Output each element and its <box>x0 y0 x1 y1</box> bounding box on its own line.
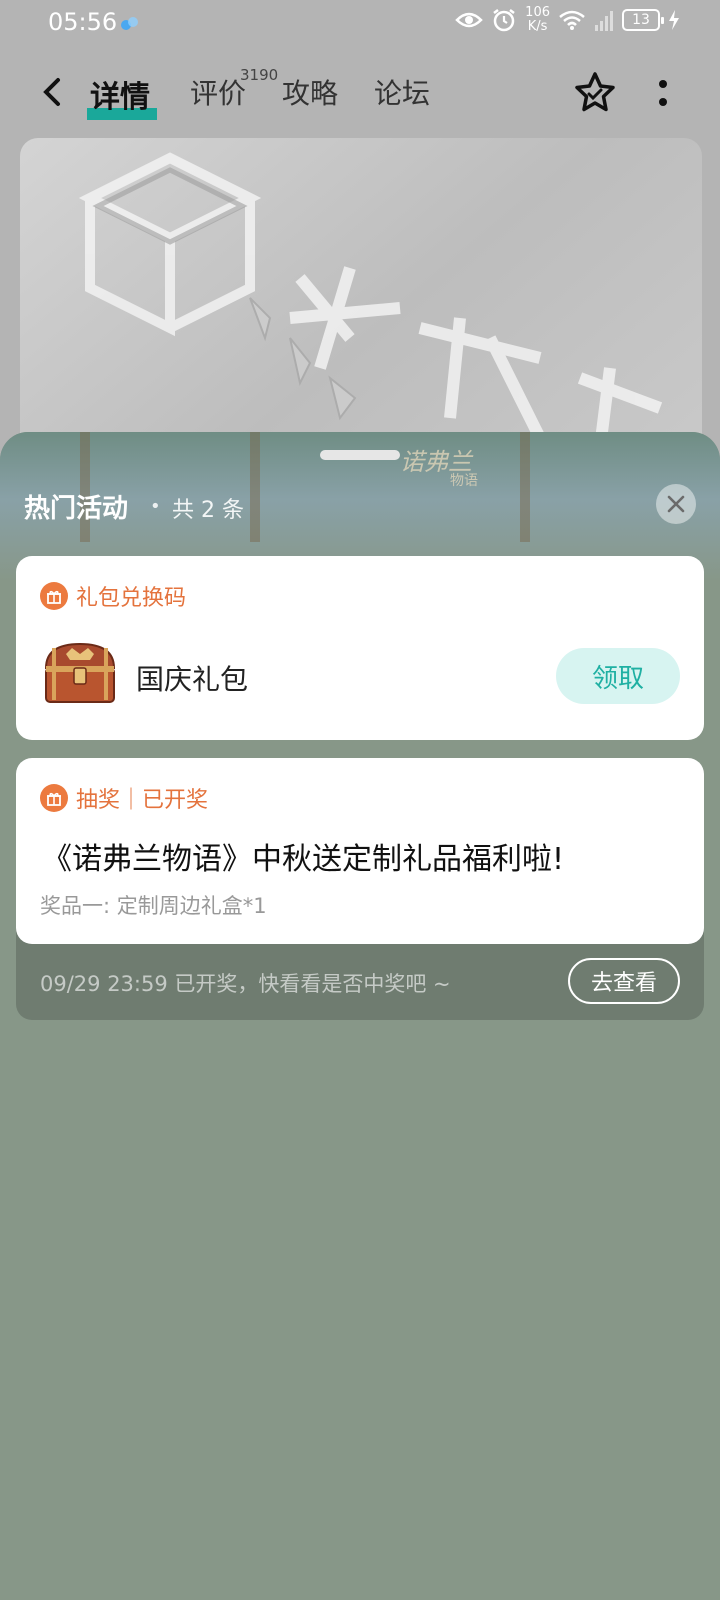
tab-forum[interactable]: 论坛 <box>374 72 430 112</box>
claim-button[interactable]: 领取 <box>556 648 680 704</box>
sheet-drag-handle[interactable] <box>320 450 400 460</box>
tab-forum-label: 论坛 <box>374 77 431 110</box>
lottery-status-text: 09/29 23:59 已开奖，快看看是否中奖吧 ~ <box>40 972 451 996</box>
hero-banner <box>20 138 702 458</box>
close-button[interactable] <box>656 484 696 524</box>
signal-icon <box>595 11 613 31</box>
charging-icon <box>669 10 679 30</box>
tab-detail-label: 详情 <box>90 80 150 115</box>
lottery-title: 《诺弗兰物语》中秋送定制礼品福利啦! <box>42 842 565 877</box>
publisher-logo-image <box>78 152 663 449</box>
tab-guide-label: 攻略 <box>282 77 339 110</box>
title-separator: • <box>150 496 161 517</box>
status-icons: 106 K/s 13 <box>455 6 680 34</box>
tab-review[interactable]: 评价 <box>190 72 246 112</box>
game-logo-subtitle: 物语 <box>450 473 478 489</box>
lottery-prize: 奖品一: 定制周边礼盒*1 <box>40 894 267 918</box>
window-frame-decoration <box>250 432 260 542</box>
window-frame-decoration <box>520 432 530 542</box>
activity-count: 共 2 条 <box>172 498 244 523</box>
gift-card-tag-label: 礼包兑换码 <box>76 586 187 611</box>
activity-bottom-sheet: 诺弗兰 物语 热门活动 • 共 2 条 礼包兑换码 国庆礼包 领取 抽奖｜已开奖… <box>0 432 720 1600</box>
gift-code-card[interactable]: 礼包兑换码 国庆礼包 领取 <box>16 556 704 740</box>
lottery-tag-label: 抽奖｜已开奖 <box>76 788 209 813</box>
eye-icon <box>455 12 483 28</box>
lottery-card[interactable]: 抽奖｜已开奖 《诺弗兰物语》中秋送定制礼品福利啦! 奖品一: 定制周边礼盒*1 <box>16 758 704 944</box>
card-tag: 礼包兑换码 <box>40 580 186 612</box>
gift-icon <box>40 582 68 610</box>
card-tag: 抽奖｜已开奖 <box>40 782 208 814</box>
tab-guide[interactable]: 攻略 <box>282 72 338 112</box>
network-speed: 106 K/s <box>525 5 550 34</box>
top-nav: 详情 评价 3190 攻略 论坛 <box>0 58 720 138</box>
alarm-icon <box>493 9 515 32</box>
wifi-icon <box>559 10 585 30</box>
gift-name: 国庆礼包 <box>136 663 249 696</box>
treasure-chest-icon <box>44 642 116 703</box>
close-icon <box>667 495 685 513</box>
view-result-button[interactable]: 去查看 <box>568 958 680 1004</box>
gift-icon <box>40 784 68 812</box>
window-frame-decoration <box>80 432 90 542</box>
review-count-badge: 3190 <box>240 66 279 84</box>
tab-review-label: 评价 <box>190 77 247 110</box>
status-time: 05:56 <box>48 8 118 36</box>
favorite-star-icon[interactable] <box>572 70 618 116</box>
battery-indicator: 13 <box>622 9 664 31</box>
app-notification-icon <box>121 17 138 30</box>
tab-detail[interactable]: 详情 <box>87 72 157 120</box>
more-options-icon[interactable] <box>655 74 671 114</box>
status-bar: 05:56 106 K/s 13 <box>0 0 720 46</box>
lottery-card-container: 抽奖｜已开奖 《诺弗兰物语》中秋送定制礼品福利啦! 奖品一: 定制周边礼盒*1 … <box>16 758 704 1020</box>
back-arrow-icon[interactable] <box>34 74 70 110</box>
sheet-title: 热门活动 <box>24 494 129 524</box>
